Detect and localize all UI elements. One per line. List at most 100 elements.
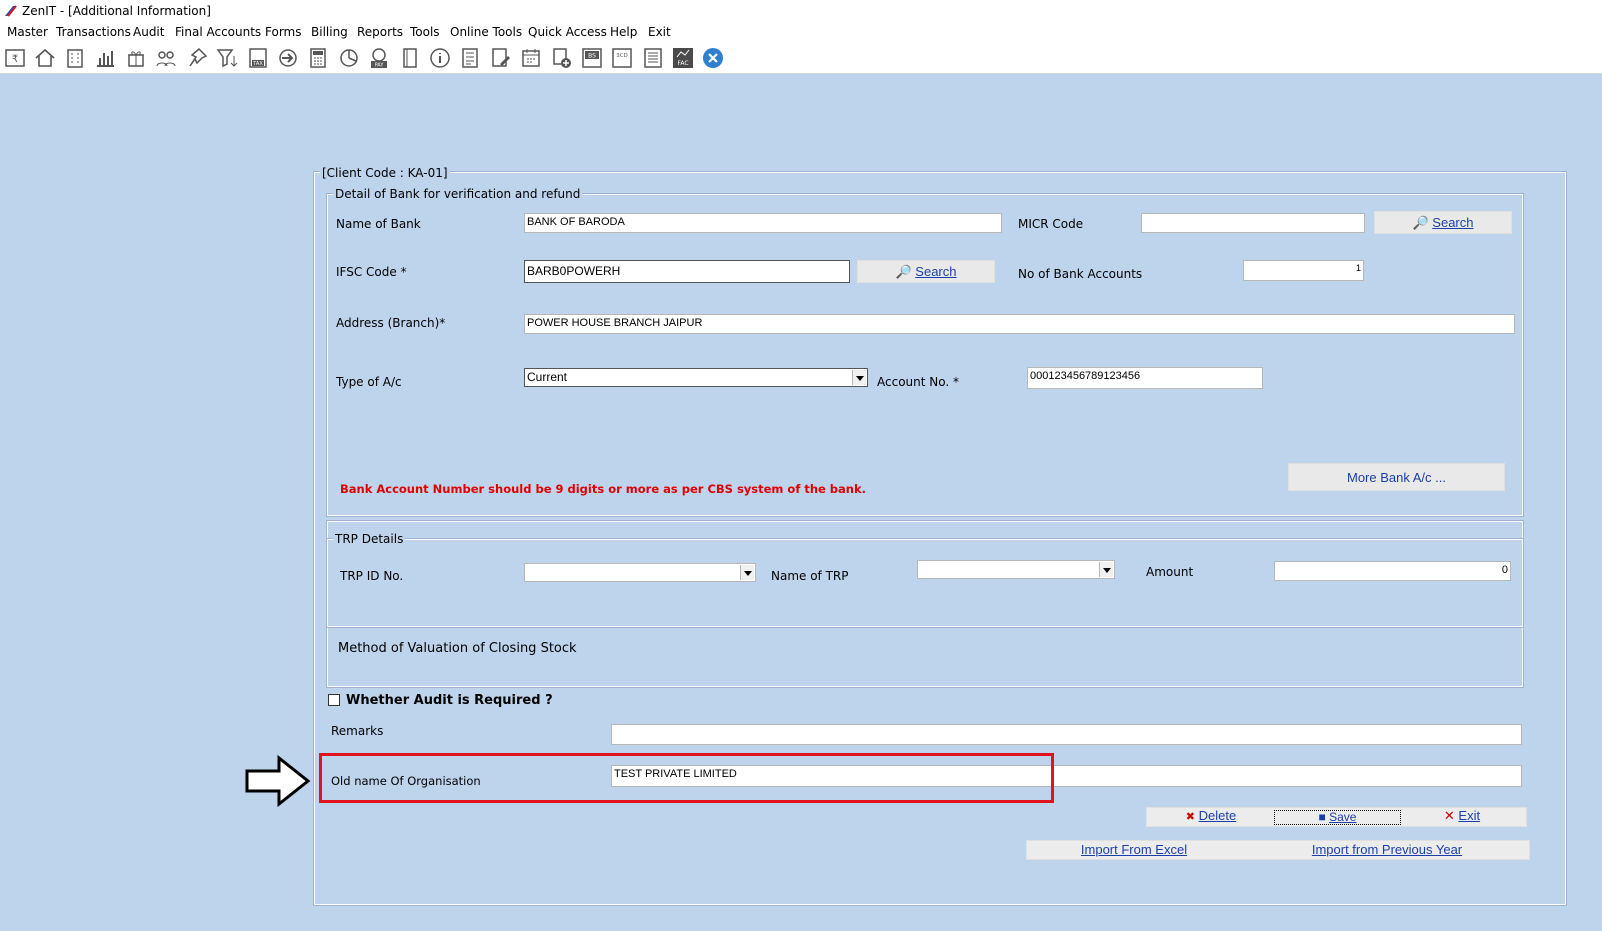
bs-icon-text: BS	[588, 53, 596, 60]
menu-online-tools[interactable]: Online Tools	[450, 25, 522, 39]
fac-icon[interactable]: FAC	[671, 46, 695, 70]
address-branch-label: Address (Branch)*	[336, 316, 446, 330]
close-icon[interactable]	[701, 46, 725, 70]
exit-label: Exit	[1458, 808, 1481, 823]
micr-search-button[interactable]: 🔎 Search	[1374, 211, 1512, 234]
menu-help[interactable]: Help	[610, 25, 637, 39]
highlight-box	[319, 753, 1054, 803]
report-icon[interactable]	[458, 46, 482, 70]
delete-label: Delete	[1198, 808, 1237, 823]
account-no-input[interactable]: 000123456789123456	[1027, 367, 1263, 389]
remarks-label: Remarks	[331, 724, 384, 738]
pie-chart-icon[interactable]	[337, 46, 361, 70]
title-bar: ZenIT - [Additional Information]	[0, 0, 1602, 22]
pay-icon-text: PAY	[375, 63, 385, 69]
app-logo-icon	[5, 5, 17, 17]
search-icon: 🔎	[1412, 215, 1429, 230]
ifsc-search-label: Search	[915, 264, 957, 279]
chevron-down-icon[interactable]	[852, 370, 866, 385]
remarks-input[interactable]	[611, 724, 1522, 745]
name-of-trp-label: Name of TRP	[771, 569, 849, 583]
account-no-label: Account No. *	[877, 375, 960, 389]
menu-transactions[interactable]: Transactions	[56, 25, 131, 39]
save-label: Save	[1329, 810, 1357, 824]
chevron-down-icon[interactable]	[1099, 562, 1113, 577]
exit-button[interactable]: ✕ Exit	[1432, 808, 1492, 826]
bank-section-legend: Detail of Bank for verification and refu…	[333, 187, 583, 201]
list-icon[interactable]	[641, 46, 665, 70]
exit-icon: ✕	[1443, 808, 1455, 823]
menu-final-accounts[interactable]: Final Accounts	[175, 25, 261, 39]
audit-required-label: Whether Audit is Required ?	[346, 693, 553, 708]
rupee-register-icon[interactable]: ₹	[3, 46, 27, 70]
micr-code-input[interactable]	[1141, 213, 1365, 233]
no-of-bank-accounts-label: No of Bank Accounts	[1018, 267, 1143, 281]
pay-icon[interactable]: PAY	[367, 46, 391, 70]
info-icon[interactable]	[428, 46, 452, 70]
menu-exit[interactable]: Exit	[648, 25, 671, 39]
import-previous-year-button[interactable]: Import from Previous Year	[1306, 842, 1468, 859]
delete-icon: ✖	[1185, 811, 1195, 823]
filter-icon[interactable]	[215, 46, 239, 70]
tax-icon-text: TAX	[252, 61, 263, 67]
arrow-circle-icon[interactable]	[276, 46, 300, 70]
add-doc-icon[interactable]	[550, 46, 574, 70]
audit-required-checkbox[interactable]	[328, 694, 340, 706]
menu-audit[interactable]: Audit	[133, 25, 164, 39]
ifsc-input[interactable]: BARB0POWERH	[524, 260, 850, 283]
name-of-trp-select[interactable]	[917, 560, 1115, 579]
users-icon[interactable]	[154, 46, 178, 70]
svg-text:₹: ₹	[12, 54, 18, 65]
ifsc-search-button[interactable]: 🔎 Search	[857, 260, 995, 283]
tax-icon[interactable]: TAX	[246, 46, 270, 70]
valuation-method-label: Method of Valuation of Closing Stock	[338, 641, 577, 656]
toolbar: ₹ TAX PAY BS 3CD FAC	[0, 42, 1602, 74]
menu-quick-access[interactable]: Quick Access	[528, 25, 607, 39]
fac-icon-text: FAC	[677, 60, 688, 67]
amount-input[interactable]: 0	[1274, 561, 1511, 581]
menu-tools[interactable]: Tools	[410, 25, 440, 39]
calculator-icon[interactable]	[306, 46, 330, 70]
menu-master[interactable]: Master	[7, 25, 48, 39]
delete-button[interactable]: ✖ Delete	[1180, 808, 1242, 826]
gift-icon[interactable]	[124, 46, 148, 70]
trp-section-frame	[326, 538, 1524, 628]
3cd-icon-text: 3CD	[616, 53, 628, 59]
name-of-bank-label: Name of Bank	[336, 217, 421, 231]
type-of-ac-select[interactable]: Current	[524, 368, 868, 387]
building-icon[interactable]	[63, 46, 87, 70]
trp-id-select[interactable]	[524, 563, 756, 582]
window-title: ZenIT - [Additional Information]	[22, 4, 211, 18]
more-bank-ac-button[interactable]: More Bank A/c ...	[1288, 463, 1505, 491]
home-icon[interactable]	[33, 46, 57, 70]
pointer-arrow-icon	[245, 755, 311, 807]
save-icon: ■	[1318, 810, 1326, 824]
3cd-icon[interactable]: 3CD	[610, 46, 634, 70]
import-from-excel-label: Import From Excel	[1080, 842, 1188, 857]
bs-icon[interactable]: BS	[580, 46, 604, 70]
type-of-ac-value: Current	[527, 370, 568, 384]
calendar-icon[interactable]	[519, 46, 543, 70]
trp-id-label: TRP ID No.	[340, 569, 404, 583]
bar-chart-icon[interactable]	[93, 46, 117, 70]
micr-code-label: MICR Code	[1018, 217, 1084, 231]
book-icon[interactable]	[398, 46, 422, 70]
pin-icon[interactable]	[185, 46, 209, 70]
import-previous-year-label: Import from Previous Year	[1311, 842, 1463, 857]
type-of-ac-label: Type of A/c	[336, 375, 402, 389]
name-of-bank-input[interactable]: BANK OF BARODA	[524, 213, 1002, 233]
import-from-excel-button[interactable]: Import From Excel	[1072, 842, 1196, 859]
search-icon: 🔎	[895, 264, 912, 279]
menu-billing[interactable]: Billing	[311, 25, 348, 39]
save-button[interactable]: ■ Save	[1274, 810, 1401, 825]
chevron-down-icon[interactable]	[740, 565, 754, 580]
micr-search-label: Search	[1432, 215, 1474, 230]
no-of-bank-accounts-input[interactable]: 1	[1243, 260, 1364, 281]
ifsc-label: IFSC Code *	[336, 265, 407, 279]
address-branch-input[interactable]: POWER HOUSE BRANCH JAIPUR	[524, 314, 1515, 334]
menu-forms[interactable]: Forms	[265, 25, 301, 39]
client-code-label: [Client Code : KA-01]	[320, 166, 450, 180]
account-number-warning: Bank Account Number should be 9 digits o…	[340, 482, 867, 496]
menu-reports[interactable]: Reports	[357, 25, 403, 39]
edit-doc-icon[interactable]	[489, 46, 513, 70]
